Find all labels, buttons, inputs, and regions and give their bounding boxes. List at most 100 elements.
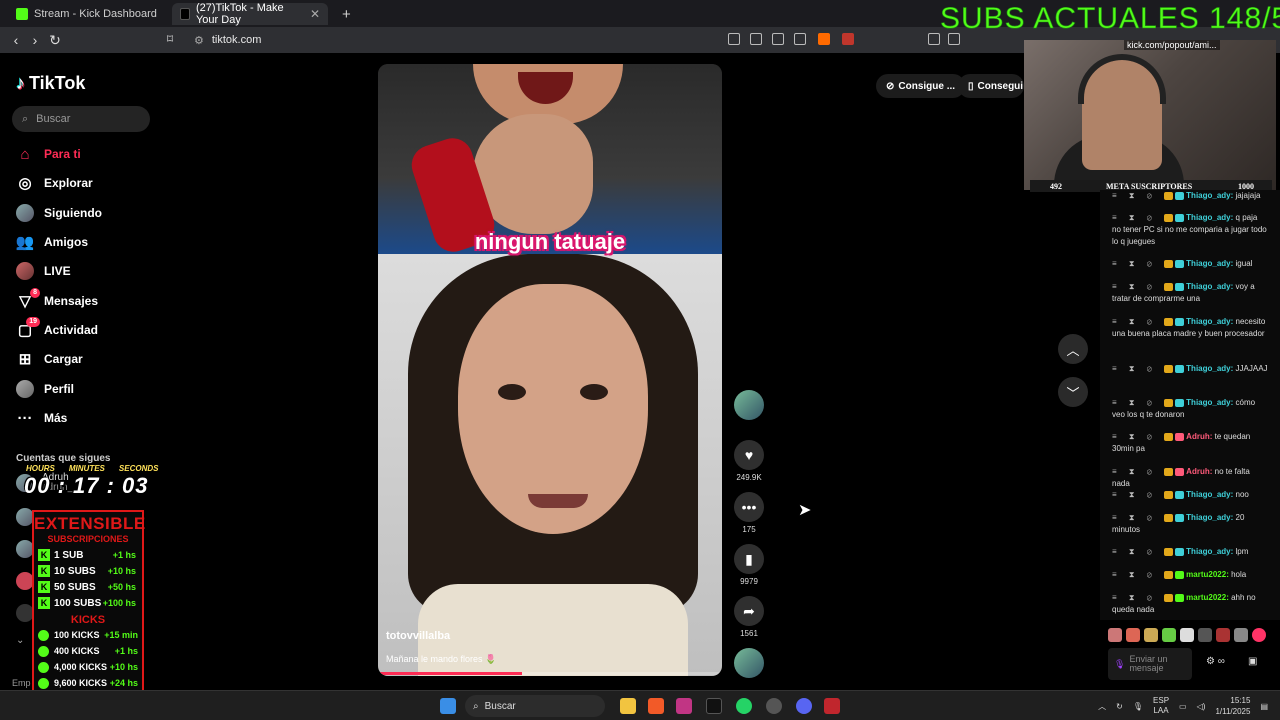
notifications-icon[interactable]: ▤: [1260, 702, 1268, 711]
emote-icon[interactable]: [1180, 628, 1194, 642]
video-author[interactable]: totovvillalba: [386, 630, 450, 642]
emote-icon[interactable]: [1216, 628, 1230, 642]
chat-settings-icon[interactable]: ⚙ ∞: [1206, 656, 1225, 667]
nav-siguiendo[interactable]: Siguiendo: [16, 203, 102, 223]
site-info-icon[interactable]: ⚙: [194, 34, 204, 47]
whatsapp-icon[interactable]: [736, 698, 752, 714]
brave-browser-icon[interactable]: [648, 698, 664, 714]
microphone-icon[interactable]: 🎙: [1133, 702, 1143, 711]
chat-message-input[interactable]: 🎙 Enviar un mensaje: [1108, 648, 1192, 680]
sync-icon[interactable]: ↻: [1116, 702, 1123, 711]
previous-video-button[interactable]: ︿: [1058, 334, 1088, 364]
moderation-icons[interactable]: ≡ ⧗ ⊘: [1112, 398, 1164, 407]
network-icon[interactable]: ▭: [1179, 702, 1187, 711]
emote-icon[interactable]: [1126, 628, 1140, 642]
emote-icon[interactable]: [1162, 628, 1176, 642]
obs-icon[interactable]: [766, 698, 782, 714]
nav-mensajes[interactable]: ▽ 8 Mensajes: [16, 288, 98, 311]
chat-username[interactable]: martu2022:: [1186, 570, 1229, 579]
tab-kick-dashboard[interactable]: Stream - Kick Dashboard: [8, 3, 170, 25]
tiktok-app-icon[interactable]: [706, 698, 722, 714]
video-progress-bar[interactable]: [378, 672, 722, 675]
video-player[interactable]: ningun tatuaje totovvillalba Mañana le m…: [378, 64, 722, 676]
share-icon[interactable]: [794, 33, 806, 45]
show-more-chevron-icon[interactable]: ⌄: [16, 635, 24, 646]
moderation-icons[interactable]: ≡ ⧗ ⊘: [1112, 317, 1164, 326]
volume-icon[interactable]: ◁): [1197, 702, 1206, 711]
get-coins-button[interactable]: ⊘ Consigue ...: [876, 74, 966, 98]
taskbar-clock[interactable]: 15:15 1/11/2025: [1215, 695, 1250, 717]
nav-actividad[interactable]: ▢ 19 Actividad: [16, 317, 98, 340]
next-video-button[interactable]: ﹀: [1058, 377, 1088, 407]
moderation-icons[interactable]: ≡ ⧗ ⊘: [1112, 259, 1164, 268]
like-button[interactable]: ♥ 249.9K: [732, 440, 766, 482]
chat-username[interactable]: Thiago_ady:: [1186, 282, 1233, 291]
chat-username[interactable]: Thiago_ady:: [1186, 513, 1233, 522]
extension-icon[interactable]: [728, 33, 740, 45]
windows-start-icon[interactable]: [440, 698, 456, 714]
brave-shield-icon[interactable]: [818, 33, 830, 45]
search-input[interactable]: ⌕ Buscar: [12, 106, 150, 132]
moderation-icons[interactable]: ≡ ⧗ ⊘: [1112, 282, 1164, 291]
nav-perfil[interactable]: Perfil: [16, 379, 74, 399]
chat-username[interactable]: Thiago_ady:: [1186, 259, 1233, 268]
moderation-icons[interactable]: ≡ ⧗ ⊘: [1112, 513, 1164, 522]
chat-username[interactable]: martu2022:: [1186, 593, 1229, 602]
moderation-icons[interactable]: ≡ ⧗ ⊘: [1112, 191, 1164, 200]
back-icon[interactable]: ‹: [8, 32, 24, 48]
share-button[interactable]: ➦ 1561: [732, 596, 766, 638]
chat-username[interactable]: Adruh:: [1186, 467, 1212, 476]
save-button[interactable]: ▮ 9979: [732, 544, 766, 586]
close-tab-icon[interactable]: ✕: [310, 7, 320, 21]
chat-username[interactable]: Thiago_ady:: [1186, 191, 1233, 200]
chat-username[interactable]: Thiago_ady:: [1186, 490, 1233, 499]
gift-icon[interactable]: ▣: [1248, 656, 1257, 667]
nav-mas[interactable]: ··· Más: [16, 408, 68, 428]
nav-amigos[interactable]: 👥 Amigos: [16, 232, 88, 252]
nav-explorar[interactable]: ◎ Explorar: [16, 173, 92, 193]
chat-username[interactable]: Thiago_ady:: [1186, 213, 1233, 222]
nav-live[interactable]: LIVE: [16, 261, 71, 281]
moderation-icons[interactable]: ≡ ⧗ ⊘: [1112, 593, 1164, 602]
language-indicator[interactable]: ESP LAA: [1153, 696, 1169, 716]
moderation-icons[interactable]: ≡ ⧗ ⊘: [1112, 570, 1164, 579]
new-tab-button[interactable]: +: [334, 3, 354, 25]
streaming-app-icon[interactable]: [824, 698, 840, 714]
translate-icon[interactable]: [772, 33, 784, 45]
nav-cargar[interactable]: ⊞ Cargar: [16, 349, 83, 369]
chat-username[interactable]: Adruh:: [1186, 432, 1212, 441]
footer-link[interactable]: Emp: [12, 678, 31, 688]
extension-icon[interactable]: [750, 33, 762, 45]
instagram-icon[interactable]: [676, 698, 692, 714]
emote-icon[interactable]: [1144, 628, 1158, 642]
moderation-icons[interactable]: ≡ ⧗ ⊘: [1112, 547, 1164, 556]
tiktok-logo[interactable]: ♪ TikTok: [16, 73, 85, 94]
emote-icon[interactable]: [1198, 628, 1212, 642]
chat-username[interactable]: Thiago_ady:: [1186, 364, 1233, 373]
moderation-icons[interactable]: ≡ ⧗ ⊘: [1112, 490, 1164, 499]
creator-avatar-button[interactable]: [732, 390, 766, 420]
chat-username[interactable]: Thiago_ady:: [1186, 547, 1233, 556]
bookmark-icon[interactable]: ⌑: [162, 32, 178, 46]
chat-username[interactable]: Thiago_ady:: [1186, 398, 1233, 407]
reload-icon[interactable]: ↻: [47, 32, 63, 49]
moderation-icons[interactable]: ≡ ⧗ ⊘: [1112, 432, 1164, 441]
discord-icon[interactable]: [796, 698, 812, 714]
sound-avatar-button[interactable]: [732, 648, 766, 678]
forward-icon[interactable]: ›: [27, 32, 43, 48]
emote-icon[interactable]: [1108, 628, 1122, 642]
chevron-up-icon[interactable]: ︿: [1098, 701, 1106, 712]
get-app-button[interactable]: ▯ Consegui: [958, 74, 1024, 98]
file-explorer-icon[interactable]: [620, 698, 636, 714]
moderation-icons[interactable]: ≡ ⧗ ⊘: [1112, 364, 1164, 373]
nav-para-ti[interactable]: ⌂ Para ti: [16, 144, 80, 164]
moderation-icons[interactable]: ≡ ⧗ ⊘: [1112, 467, 1164, 476]
comment-button[interactable]: ••• 175: [732, 492, 766, 534]
emote-icon[interactable]: [1234, 628, 1248, 642]
brave-rewards-icon[interactable]: [842, 33, 854, 45]
chat-username[interactable]: Thiago_ady:: [1186, 317, 1233, 326]
moderation-icons[interactable]: ≡ ⧗ ⊘: [1112, 213, 1164, 222]
emote-icon[interactable]: [1252, 628, 1266, 642]
tab-tiktok[interactable]: (27)TikTok - Make Your Day ✕: [172, 2, 328, 26]
taskbar-search[interactable]: ⌕ Buscar: [465, 695, 605, 717]
